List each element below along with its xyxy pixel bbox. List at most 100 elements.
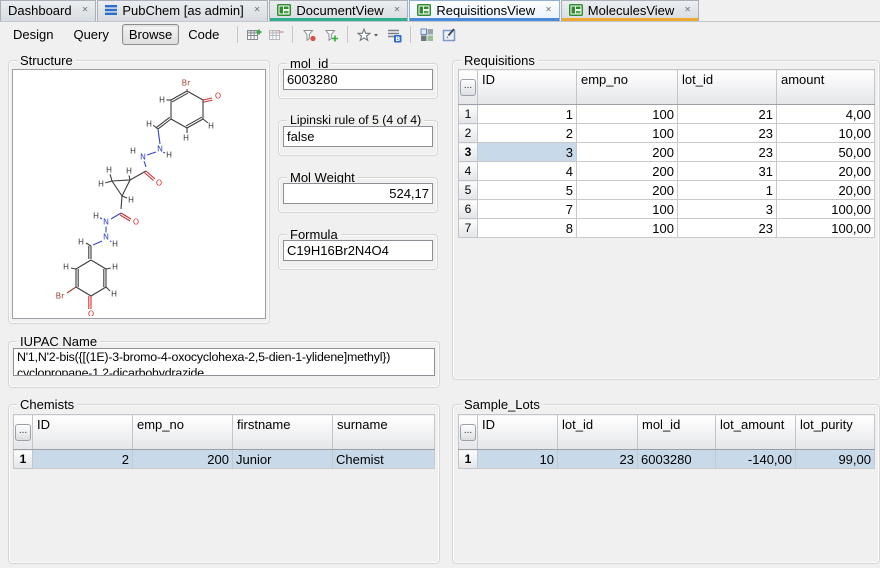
row-header[interactable]: 4 <box>459 162 478 181</box>
mol-id-field[interactable]: 6003280 <box>283 69 433 90</box>
column-header[interactable]: amount <box>777 70 875 105</box>
svg-text:O: O <box>215 92 221 101</box>
table-cell[interactable]: 100 <box>577 200 678 219</box>
column-header[interactable]: lot_id <box>558 415 638 450</box>
iupac-group: IUPAC Name N'1,N'2-bis({[(1E)-3-bromo-4-… <box>8 341 440 388</box>
table-cell[interactable]: Junior <box>233 450 333 469</box>
column-header[interactable]: ID <box>478 70 577 105</box>
tab-label: RequisitionsView <box>436 3 535 18</box>
table-cell[interactable]: 50,00 <box>777 143 875 162</box>
table-cell[interactable]: 3 <box>478 143 577 162</box>
table-cell[interactable]: 100 <box>577 219 678 238</box>
row-header[interactable]: 1 <box>459 450 478 469</box>
browse-button[interactable]: Browse <box>122 24 179 45</box>
tab-requisitionsview[interactable]: RequisitionsView ✕ <box>409 0 559 21</box>
add-record-icon[interactable] <box>245 26 263 43</box>
table-cell[interactable]: 200 <box>133 450 233 469</box>
table-cell[interactable]: 5 <box>478 181 577 200</box>
query-button[interactable]: Query <box>66 24 115 45</box>
close-icon[interactable]: ✕ <box>82 6 89 14</box>
column-header[interactable]: lot_purity <box>796 415 875 450</box>
tab-documentview[interactable]: DocumentView ✕ <box>269 0 408 21</box>
table-cell[interactable]: 10,00 <box>777 124 875 143</box>
table-cell[interactable]: 20,00 <box>777 181 875 200</box>
column-header[interactable]: ID <box>478 415 558 450</box>
table-cell[interactable]: 200 <box>577 143 678 162</box>
filter-add-icon[interactable] <box>322 26 340 43</box>
formula-field[interactable]: C19H16Br2N4O4 <box>283 240 433 261</box>
delete-record-icon[interactable] <box>267 26 285 43</box>
table-cell[interactable]: 23 <box>558 450 638 469</box>
svg-text:H: H <box>63 263 69 272</box>
table-cell[interactable]: 6003280 <box>638 450 716 469</box>
table-cell[interactable]: 100 <box>577 124 678 143</box>
structure-canvas[interactable]: BrOHHHHNHNHOHHHHONHNHHHHHBrO <box>12 69 266 319</box>
favorites-dropdown-icon[interactable] <box>355 26 381 43</box>
iupac-line2: cyclopropane-1,2-dicarbohydrazide <box>17 365 431 376</box>
layout-grid-icon[interactable] <box>418 26 436 43</box>
table-cell[interactable]: -140,00 <box>716 450 796 469</box>
row-header[interactable]: 7 <box>459 219 478 238</box>
column-header[interactable]: mol_id <box>638 415 716 450</box>
table-cell[interactable]: 4 <box>478 162 577 181</box>
iupac-field[interactable]: N'1,N'2-bis({[(1E)-3-bromo-4-oxocyclohex… <box>13 348 435 376</box>
column-header[interactable]: firstname <box>233 415 333 450</box>
filter-remove-icon[interactable] <box>300 26 318 43</box>
table-cell[interactable]: 7 <box>478 200 577 219</box>
table-corner-button[interactable]: ... <box>460 424 476 441</box>
close-icon[interactable]: ✕ <box>684 6 691 14</box>
table-cell[interactable]: 23 <box>678 219 777 238</box>
table-cell[interactable]: 1 <box>478 105 577 124</box>
table-row: 442003120,00 <box>459 162 875 181</box>
row-header[interactable]: 5 <box>459 181 478 200</box>
structure-group-label: Structure <box>17 53 76 68</box>
table-cell[interactable]: 200 <box>577 162 678 181</box>
table-cell[interactable]: 8 <box>478 219 577 238</box>
column-header[interactable]: emp_no <box>133 415 233 450</box>
table-cell[interactable]: 100,00 <box>777 200 875 219</box>
table-cell[interactable]: 21 <box>678 105 777 124</box>
close-icon[interactable]: ✕ <box>545 6 552 14</box>
table-cell[interactable]: 100 <box>577 105 678 124</box>
table-cell[interactable]: 31 <box>678 162 777 181</box>
row-header[interactable]: 1 <box>459 105 478 124</box>
data-view-options-icon[interactable]: B <box>385 26 403 43</box>
table-cell[interactable]: 20,00 <box>777 162 875 181</box>
column-header[interactable]: lot_id <box>678 70 777 105</box>
close-icon[interactable]: ✕ <box>394 6 401 14</box>
table-cell[interactable]: 200 <box>577 181 678 200</box>
column-header[interactable]: emp_no <box>577 70 678 105</box>
design-button[interactable]: Design <box>6 24 60 45</box>
table-cell[interactable]: 3 <box>678 200 777 219</box>
column-header[interactable]: lot_amount <box>716 415 796 450</box>
table-cell[interactable]: 23 <box>678 143 777 162</box>
table-cell[interactable]: 100,00 <box>777 219 875 238</box>
table-corner-button[interactable]: ... <box>460 79 476 96</box>
table-cell[interactable]: 99,00 <box>796 450 875 469</box>
row-header[interactable]: 2 <box>459 124 478 143</box>
tab-moleculesview[interactable]: MoleculesView ✕ <box>561 0 699 21</box>
code-button[interactable]: Code <box>181 24 226 45</box>
row-header[interactable]: 1 <box>14 450 33 469</box>
corner-cell: ... <box>14 415 33 450</box>
mol-weight-field[interactable]: 524,17 <box>283 183 433 204</box>
table-cell[interactable]: 10 <box>478 450 558 469</box>
table-cell[interactable]: 4,00 <box>777 105 875 124</box>
table-cell[interactable]: 1 <box>678 181 777 200</box>
tab-pubchem[interactable]: PubChem [as admin] ✕ <box>97 0 268 21</box>
svg-text:O: O <box>88 310 94 317</box>
table-cell[interactable]: Chemist <box>333 450 435 469</box>
column-header[interactable]: surname <box>333 415 435 450</box>
row-header[interactable]: 6 <box>459 200 478 219</box>
table-cell[interactable]: 23 <box>678 124 777 143</box>
close-icon[interactable]: ✕ <box>254 6 261 14</box>
table-corner-button[interactable]: ... <box>15 424 31 441</box>
table-cell[interactable]: 2 <box>33 450 133 469</box>
lipinski-field[interactable]: false <box>283 126 433 147</box>
column-header[interactable]: ID <box>33 415 133 450</box>
tab-dashboard[interactable]: Dashboard ✕ <box>0 0 96 21</box>
open-in-editor-icon[interactable] <box>440 26 458 43</box>
table-row: 221002310,00 <box>459 124 875 143</box>
table-cell[interactable]: 2 <box>478 124 577 143</box>
row-header[interactable]: 3 <box>459 143 478 162</box>
